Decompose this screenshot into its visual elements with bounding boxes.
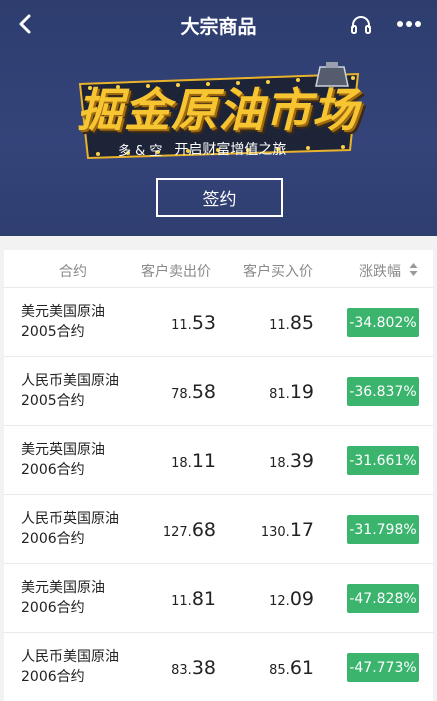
table-row[interactable]: 美元英国原油 2006合约 18.11 18.39 -31.661%	[4, 425, 433, 494]
table-header: 合约 客户卖出价 客户买入价 涨跌幅	[4, 250, 433, 287]
sort-icon[interactable]	[409, 263, 418, 276]
buy-price: 130.17	[204, 519, 314, 541]
more-dots-icon[interactable]	[395, 14, 423, 34]
change-badge: -34.802%	[347, 308, 419, 337]
banner-slogan: 开启财富增值之旅	[174, 142, 287, 158]
promo-banner: 掘金原油市场 多 & 空 开启财富增值之旅	[68, 62, 368, 172]
sell-price-int: 83.	[171, 663, 192, 678]
nav-bar: 大宗商品	[0, 0, 437, 50]
header-buy-price[interactable]: 客户买入价	[243, 261, 313, 281]
sell-price-int: 11.	[171, 318, 192, 333]
sell-price: 11.53	[106, 312, 216, 334]
headset-icon[interactable]	[349, 14, 373, 38]
table-row[interactable]: 人民币英国原油 2006合约 127.68 130.17 -31.798%	[4, 494, 433, 563]
banner-slogan-row: 多 & 空 开启财富增值之旅	[118, 139, 368, 159]
buy-price-dec: 19	[289, 381, 314, 403]
buy-price-int: 81.	[269, 387, 290, 402]
buy-price-dec: 09	[289, 588, 314, 610]
sell-price: 78.58	[106, 381, 216, 403]
header-contract: 合约	[59, 264, 87, 280]
buy-price-int: 18.	[269, 456, 290, 471]
change-badge: -47.773%	[347, 653, 419, 682]
sell-price-int: 127.	[162, 525, 192, 540]
header-change[interactable]: 涨跌幅	[359, 261, 401, 281]
sell-price-int: 18.	[171, 456, 192, 471]
sell-price: 11.81	[106, 588, 216, 610]
sell-price: 83.38	[106, 657, 216, 679]
buy-price: 12.09	[204, 588, 314, 610]
sign-contract-button[interactable]: 签约	[156, 178, 283, 217]
change-badge: -47.828%	[347, 584, 419, 613]
change-badge: -31.798%	[347, 515, 419, 544]
buy-price-int: 130.	[260, 525, 290, 540]
sell-price: 18.11	[106, 450, 216, 472]
quote-table: 合约 客户卖出价 客户买入价 涨跌幅 美元美国原油 2005合约 11.53 1…	[4, 250, 433, 701]
buy-price: 81.19	[204, 381, 314, 403]
table-row[interactable]: 人民币美国原油 2006合约 83.38 85.61 -47.773%	[4, 632, 433, 701]
sell-price-int: 78.	[171, 387, 192, 402]
buy-price-dec: 39	[289, 450, 314, 472]
buy-price-dec: 61	[289, 657, 314, 679]
table-row[interactable]: 美元美国原油 2006合约 11.81 12.09 -47.828%	[4, 563, 433, 632]
change-badge: -36.837%	[347, 377, 419, 406]
buy-price: 18.39	[204, 450, 314, 472]
buy-price-dec: 85	[289, 312, 314, 334]
buy-price-int: 85.	[269, 663, 290, 678]
buy-price: 11.85	[204, 312, 314, 334]
buy-price-int: 11.	[269, 318, 290, 333]
banner-direction: 多 & 空	[118, 143, 163, 159]
table-row[interactable]: 人民币美国原油 2005合约 78.58 81.19 -36.837%	[4, 356, 433, 425]
buy-price-dec: 17	[289, 519, 314, 541]
header-banner: 大宗商品 掘金原油市场 多 & 空 开启财富增值之旅 签约	[0, 0, 437, 236]
sell-price-int: 11.	[171, 594, 192, 609]
buy-price: 85.61	[204, 657, 314, 679]
buy-price-int: 12.	[269, 594, 290, 609]
sell-price: 127.68	[106, 519, 216, 541]
header-sell-price: 客户卖出价	[141, 264, 211, 280]
table-row[interactable]: 美元美国原油 2005合约 11.53 11.85 -34.802%	[4, 287, 433, 356]
change-badge: -31.661%	[347, 446, 419, 475]
